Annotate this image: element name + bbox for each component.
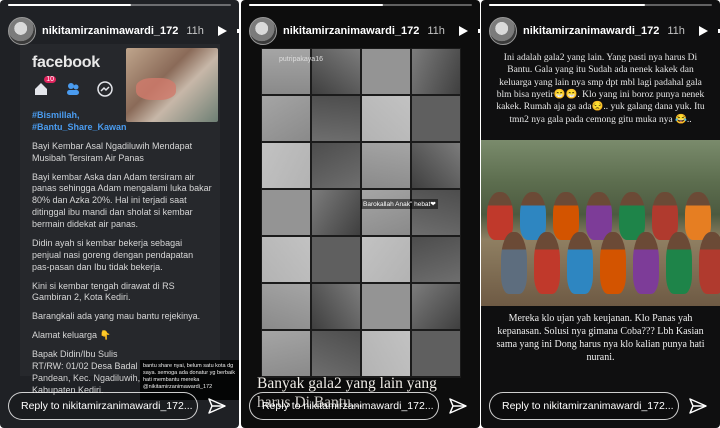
post-paragraph: Bayi kembar Aska dan Adam tersiram air p… <box>32 171 212 230</box>
story-progress-fill <box>249 4 383 6</box>
collage-photo-tile <box>412 143 460 188</box>
child-figure <box>633 232 659 294</box>
hashtags: #Bismillah, #Bantu_Share_Kawan <box>32 110 127 132</box>
collage-photo-tile <box>362 49 410 94</box>
collage-photo-tile <box>412 190 460 235</box>
collage-photo-tile <box>362 190 410 235</box>
timestamp: 11h <box>667 25 685 37</box>
reply-input[interactable]: Reply to nikitamirzanimawardi_172... <box>489 392 679 420</box>
story-progress-fill <box>8 4 131 6</box>
collage-photo-tile <box>312 331 360 376</box>
collage-photo-tile <box>312 190 360 235</box>
story-panel-1[interactable]: facebook 10 #Bismillah, #Bantu_Share_Kaw… <box>0 0 239 428</box>
timestamp: 11h <box>186 25 204 37</box>
collage-photo-tile <box>262 143 310 188</box>
collage-photo-tile <box>412 49 460 94</box>
collage-photo-tile <box>412 237 460 282</box>
collage-photo-tile <box>362 331 410 376</box>
story-header: nikitamirzanimawardi_172 11h ⋯ <box>489 14 720 48</box>
facebook-screenshot: facebook 10 #Bismillah, #Bantu_Share_Kaw… <box>20 44 239 400</box>
messenger-icon <box>96 80 114 98</box>
child-figure <box>567 232 593 294</box>
collage-photo-tile <box>312 96 360 141</box>
avatar[interactable] <box>8 17 36 45</box>
collage-photo-tile <box>362 237 410 282</box>
child-figure <box>501 232 527 294</box>
collage-photo-tile <box>362 143 410 188</box>
mute-icon[interactable] <box>477 25 480 37</box>
story-header: nikitamirzanimawardi_172 11h ⋯ <box>8 14 239 48</box>
collage-photo-tile <box>262 284 310 329</box>
avatar[interactable] <box>489 17 517 45</box>
post-paragraph: Kini si kembar tengah dirawat di RS Gamb… <box>32 280 175 303</box>
story-bottom-text: Mereka klo ujan yah keujanan. Klo Panas … <box>496 313 705 363</box>
post-paragraph: Didin ayah si kembar bekerja sebagai pen… <box>32 237 194 272</box>
story-progress-fill <box>489 4 646 6</box>
collage-photo-tile <box>362 284 410 329</box>
play-icon[interactable] <box>457 25 471 37</box>
username[interactable]: nikitamirzanimawardi_172 <box>523 25 659 37</box>
collage-photo-tile <box>312 284 360 329</box>
collage-photo-tile <box>412 96 460 141</box>
reply-input[interactable]: Reply to nikitamirzanimawardi_172... <box>8 392 198 420</box>
send-icon[interactable] <box>448 396 468 416</box>
username[interactable]: nikitamirzanimawardi_172 <box>283 25 419 37</box>
story-progress-bar <box>249 4 472 6</box>
play-icon[interactable] <box>216 25 230 37</box>
story-progress-bar <box>8 4 231 6</box>
send-icon[interactable] <box>688 396 708 416</box>
collage-photo-tile <box>262 331 310 376</box>
post-paragraph: Barangkali ada yang mau bantu rejekinya. <box>32 311 201 322</box>
friends-icon <box>64 80 82 98</box>
collage-caption-tag: Barokallah Anak" hebat❤ <box>361 199 438 209</box>
story-progress-bar <box>489 4 712 6</box>
story-header: nikitamirzanimawardi_172 11h ⋯ <box>249 14 480 48</box>
reply-input[interactable]: Reply to nikitamirzanimawardi_172... <box>249 392 439 420</box>
child-figure <box>534 232 560 294</box>
collage-photo-tile <box>362 96 410 141</box>
timestamp: 11h <box>427 25 445 37</box>
post-paragraph: Bapak Didin/Ibu Sulis RT/RW: 01/02 Desa … <box>32 349 141 395</box>
photo-collage <box>261 48 461 378</box>
story-panel-3[interactable]: Ini adalah gala2 yang lain. Yang pasti n… <box>481 0 720 428</box>
collage-photo-tile <box>312 237 360 282</box>
collage-photo-tile <box>262 190 310 235</box>
child-figure <box>699 232 720 294</box>
collage-photo-tile <box>412 284 460 329</box>
facebook-logo: facebook <box>32 54 100 71</box>
mute-icon[interactable] <box>236 25 239 37</box>
children-group-photo <box>481 140 720 306</box>
collage-username: putripakaya16 <box>279 56 323 63</box>
play-icon[interactable] <box>697 25 711 37</box>
collage-photo-tile <box>262 237 310 282</box>
post-paragraph: Alamat keluarga 👇 <box>32 330 111 341</box>
username[interactable]: nikitamirzanimawardi_172 <box>42 25 178 37</box>
notification-badge: 10 <box>44 76 56 83</box>
story-panel-2[interactable]: putripakaya16 Barokallah Anak" hebat❤ ni… <box>241 0 480 428</box>
story-top-text: Ini adalah gala2 yang lain. Yang pasti n… <box>496 53 705 125</box>
child-figure <box>600 232 626 294</box>
send-icon[interactable] <box>207 396 227 416</box>
child-figure <box>666 232 692 294</box>
home-icon: 10 <box>32 76 56 98</box>
collage-photo-tile <box>412 331 460 376</box>
post-paragraph: Bayi Kembar Asal Ngadiluwih Mendapat Mus… <box>32 140 193 163</box>
collage-photo-tile <box>262 96 310 141</box>
avatar[interactable] <box>249 17 277 45</box>
collage-photo-tile <box>312 143 360 188</box>
